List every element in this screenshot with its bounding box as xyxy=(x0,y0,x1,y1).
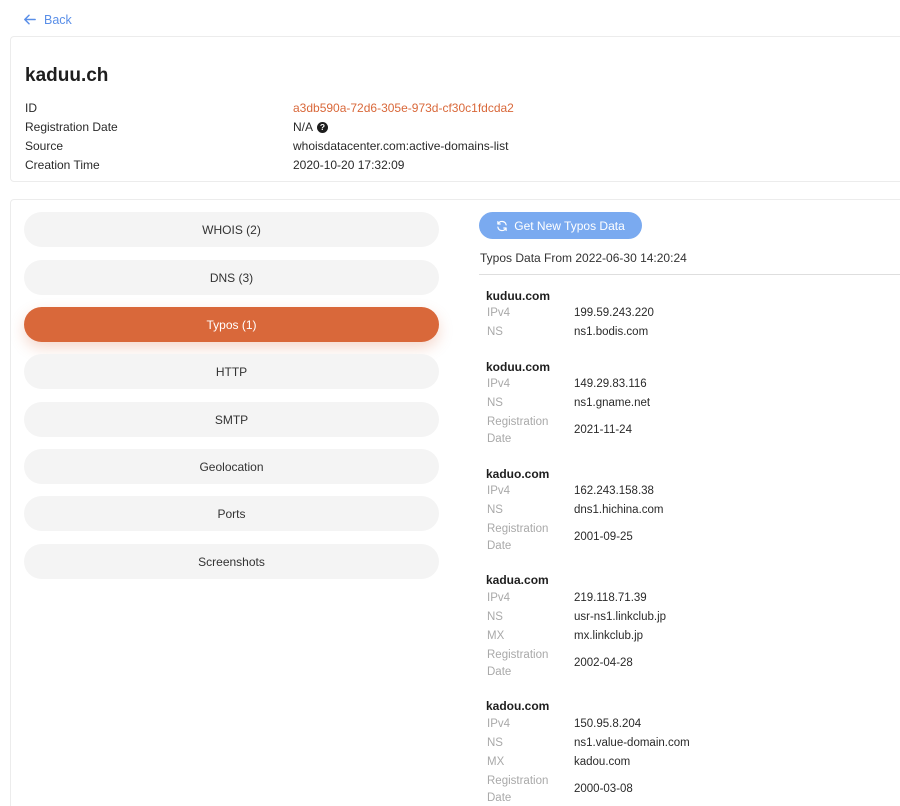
typo-domain-name: kaduo.com xyxy=(486,467,550,481)
meta-row-source: Source whoisdatacenter.com:active-domain… xyxy=(25,139,725,157)
value-mx: kadou.com xyxy=(574,756,631,768)
label-ns: NS xyxy=(487,611,503,623)
label-ipv4: IPv4 xyxy=(487,592,511,604)
meta-row-id: ID a3db590a-72d6-305e-973d-cf30c1fdcda2 xyxy=(25,101,725,119)
label-ipv4: IPv4 xyxy=(487,378,511,390)
get-new-typos-label: Get New Typos Data xyxy=(514,218,625,233)
value-ipv4: 219.118.71.39 xyxy=(574,592,647,604)
label-registration: Registration xyxy=(487,775,549,787)
meta-row-creation-time: Creation Time 2020-10-20 17:32:09 xyxy=(25,158,725,176)
tab-ports[interactable]: Ports xyxy=(24,496,439,531)
back-label: Back xyxy=(44,12,72,27)
label-ns: NS xyxy=(487,504,503,516)
refresh-icon xyxy=(497,220,507,231)
back-link[interactable]: Back xyxy=(22,12,72,27)
label-mx: MX xyxy=(487,630,505,642)
meta-value-registration-date: N/A ? xyxy=(293,120,329,134)
value-ns: ns1.value-domain.com xyxy=(574,737,690,749)
get-new-typos-button[interactable]: Get New Typos Data xyxy=(479,212,642,239)
typos-data-date: Typos Data From 2022-06-30 14:20:24 xyxy=(480,251,687,265)
label-registration: Registration xyxy=(487,416,549,428)
meta-value-id: a3db590a-72d6-305e-973d-cf30c1fdcda2 xyxy=(293,101,514,115)
value-registration-date: 2001-09-25 xyxy=(574,531,633,543)
tab-geolocation[interactable]: Geolocation xyxy=(24,449,439,484)
tab-http[interactable]: HTTP xyxy=(24,354,439,389)
value-ipv4: 150.95.8.204 xyxy=(574,718,642,730)
value-ipv4: 199.59.243.220 xyxy=(574,307,654,319)
label-ns: NS xyxy=(487,737,503,749)
value-registration-date: 2000-03-08 xyxy=(574,783,633,795)
label-ipv4: IPv4 xyxy=(487,307,511,319)
question-icon[interactable]: ? xyxy=(317,121,329,133)
meta-row-registration-date: Registration Date N/A ? xyxy=(25,120,725,138)
value-ns: dns1.hichina.com xyxy=(574,504,664,516)
label-ns: NS xyxy=(487,397,503,409)
details-card: WHOIS (2) DNS (3) Typos (1) HTTP SMTP Ge… xyxy=(10,199,900,806)
label-date: Date xyxy=(487,792,512,804)
typo-domain-name: kadua.com xyxy=(486,573,549,587)
value-mx: mx.linkclub.jp xyxy=(574,630,644,642)
label-date: Date xyxy=(487,433,512,445)
meta-key: ID xyxy=(25,101,37,115)
domain-summary-card: kaduu.ch ID a3db590a-72d6-305e-973d-cf30… xyxy=(10,36,900,182)
divider xyxy=(479,274,900,275)
tab-whois[interactable]: WHOIS (2) xyxy=(24,212,439,247)
typo-domain-name: kuduu.com xyxy=(486,289,551,303)
value-ns: usr-ns1.linkclub.jp xyxy=(574,611,667,623)
tab-typos[interactable]: Typos (1) xyxy=(24,307,439,342)
typo-domain-name: kadou.com xyxy=(486,699,550,713)
tab-dns[interactable]: DNS (3) xyxy=(24,260,439,295)
value-ipv4: 149.29.83.116 xyxy=(574,378,647,390)
label-mx: MX xyxy=(487,756,505,768)
label-date: Date xyxy=(487,666,512,678)
tab-smtp[interactable]: SMTP xyxy=(24,402,439,437)
meta-value-creation-time: 2020-10-20 17:32:09 xyxy=(293,158,405,172)
value-registration-date: 2021-11-24 xyxy=(574,424,632,436)
typo-domain-name: koduu.com xyxy=(486,360,551,374)
label-registration: Registration xyxy=(487,649,549,661)
label-ipv4: IPv4 xyxy=(487,718,511,730)
meta-key: Source xyxy=(25,139,64,153)
value-registration-date: 2002-04-28 xyxy=(574,657,633,669)
label-ipv4: IPv4 xyxy=(487,485,511,497)
meta-key: Registration Date xyxy=(25,120,118,134)
label-date: Date xyxy=(487,540,512,552)
tab-screenshots[interactable]: Screenshots xyxy=(24,544,439,579)
value-ipv4: 162.243.158.38 xyxy=(574,485,654,497)
value-ns: ns1.gname.net xyxy=(574,397,651,409)
value-ns: ns1.bodis.com xyxy=(574,326,649,338)
label-ns: NS xyxy=(487,326,503,338)
meta-value-source: whoisdatacenter.com:active-domains-list xyxy=(293,139,509,153)
meta-key: Creation Time xyxy=(25,158,100,172)
label-registration: Registration xyxy=(487,523,549,535)
arrow-left-icon xyxy=(24,14,36,25)
page-title: kaduu.ch xyxy=(25,65,109,86)
